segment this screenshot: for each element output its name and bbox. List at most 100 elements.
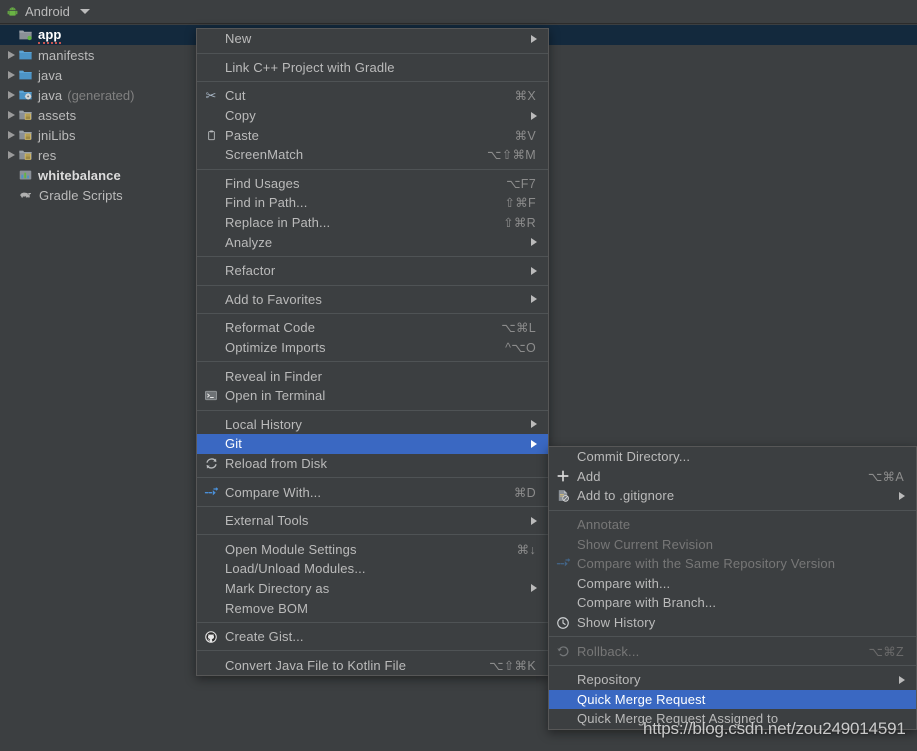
menu-item-create-gist[interactable]: Create Gist... [197,627,548,647]
menu-item-commit-directory[interactable]: Commit Directory... [549,447,916,467]
menu-item-load-unload-modules[interactable]: Load/Unload Modules... [197,559,548,579]
tree-item-label: manifests [38,47,95,63]
menu-item-label: Cut [225,88,246,104]
menu-item-shortcut: ⌥⇧⌘M [487,148,536,163]
menu-item-repository[interactable]: Repository [549,670,916,690]
folder-blue-icon [18,68,33,82]
refresh-icon [202,454,220,474]
expand-arrow-icon[interactable] [4,125,18,145]
menu-separator [197,505,548,507]
menu-item-label: Add to .gitignore [577,488,675,504]
chevron-down-icon[interactable] [79,9,90,14]
menu-item-link-c-project-with-gradle[interactable]: Link C++ Project with Gradle [197,58,548,78]
menu-item-add[interactable]: Add ⌥⌘A [549,467,916,487]
menu-item-label: External Tools [225,513,309,529]
submenu-arrow-icon [531,266,537,275]
menu-item-label: Show Current Revision [577,536,714,552]
menu-item-label: Add [577,468,601,484]
tree-item-label: res [38,147,57,163]
expand-arrow-icon[interactable] [4,105,18,125]
menu-item-compare-with-the-same-repository-version: Compare with the Same Repository Version [549,554,916,574]
menu-item-compare-with[interactable]: Compare With... ⌘D [197,482,548,502]
menu-item-label: Add to Favorites [225,291,323,307]
menu-item-label: Reveal in Finder [225,368,323,384]
menu-separator [197,534,548,536]
menu-item-shortcut: ⌥⌘A [867,469,904,484]
menu-item-shortcut: ⌥⇧⌘K [489,658,536,673]
menu-item-open-module-settings[interactable]: Open Module Settings ⌘↓ [197,539,548,559]
menu-item-quick-merge-request[interactable]: Quick Merge Request [549,689,916,710]
clipboard-icon [202,125,220,145]
menu-item-label: New [225,31,252,47]
menu-item-label: Git [225,436,243,452]
menu-item-git[interactable]: Git [197,434,548,454]
menu-separator [197,255,548,257]
menu-item-shortcut: ⌘D [513,485,536,500]
menu-item-label: Reload from Disk [225,455,328,471]
menu-item-label: Find in Path... [225,195,308,211]
expand-arrow-icon[interactable] [4,85,18,105]
menu-item-rollback: Rollback... ⌥⌘Z [549,641,916,661]
menu-separator [197,621,548,623]
menu-item-copy[interactable]: Copy [197,106,548,126]
menu-item-analyze[interactable]: Analyze [197,232,548,252]
menu-item-quick-merge-request-assigned-to[interactable]: Quick Merge Request Assigned to [549,709,916,729]
menu-item-mark-directory-as[interactable]: Mark Directory as [197,579,548,599]
menu-item-convert-java-file-to-kotlin-file[interactable]: Convert Java File to Kotlin File ⌥⇧⌘K [197,655,548,675]
git-submenu[interactable]: Commit Directory... Add ⌥⌘A Add to .gitigno… [548,446,917,730]
menu-item-external-tools[interactable]: External Tools [197,511,548,531]
menu-item-reload-from-disk[interactable]: Reload from Disk [197,454,548,474]
menu-item-add-to-favorites[interactable]: Add to Favorites [197,290,548,310]
menu-item-add-to-gitignore[interactable]: Add to .gitignore [549,486,916,506]
menu-separator [549,509,916,511]
menu-item-remove-bom[interactable]: Remove BOM [197,598,548,618]
project-toolbar: Android [0,0,917,24]
expand-arrow-icon[interactable] [4,145,18,165]
expand-arrow-icon[interactable] [4,65,18,85]
menu-item-cut[interactable]: ✂ Cut ⌘X [197,86,548,106]
menu-item-show-history[interactable]: Show History [549,613,916,633]
menu-item-find-usages[interactable]: Find Usages ⌥F7 [197,174,548,194]
menu-separator [197,81,548,83]
menu-item-local-history[interactable]: Local History [197,415,548,435]
menu-item-label: Convert Java File to Kotlin File [225,657,407,673]
submenu-arrow-icon [899,491,905,500]
menu-item-compare-with-branch[interactable]: Compare with Branch... [549,593,916,613]
menu-item-shortcut: ⌥⌘Z [868,644,904,659]
menu-separator [197,361,548,363]
menu-item-shortcut: ⌘X [514,89,536,104]
menu-item-label: Compare With... [225,484,322,500]
menu-item-label: Show History [577,615,656,631]
menu-item-label: Load/Unload Modules... [225,561,366,577]
menu-item-find-in-path[interactable]: Find in Path... ⇧⌘F [197,193,548,213]
menu-item-open-in-terminal[interactable]: Open in Terminal [197,386,548,406]
menu-item-label: Compare with the Same Repository Version [577,556,836,572]
expand-arrow-icon[interactable] [4,45,18,65]
submenu-arrow-icon [531,584,537,593]
menu-item-refactor[interactable]: Refactor [197,261,548,281]
menu-item-label: Open in Terminal [225,388,326,404]
tree-item-label: java [38,67,63,83]
menu-item-compare-with[interactable]: Compare with... [549,574,916,594]
menu-item-reveal-in-finder[interactable]: Reveal in Finder [197,366,548,386]
menu-item-label: ScreenMatch [225,147,304,163]
menu-item-screenmatch[interactable]: ScreenMatch ⌥⇧⌘M [197,145,548,165]
submenu-arrow-icon [531,439,537,448]
menu-item-replace-in-path[interactable]: Replace in Path... ⇧⌘R [197,213,548,233]
module-folder-icon [18,28,33,42]
menu-item-new[interactable]: New [197,29,548,49]
tree-item-label: app [38,26,62,44]
tree-item-label: jniLibs [38,127,76,143]
context-menu[interactable]: New Link C++ Project with Gradle ✂ Cut ⌘X Cop… [196,28,549,677]
submenu-arrow-icon [531,516,537,525]
menu-item-label: Paste [225,127,259,143]
menu-item-label: Compare with Branch... [577,595,717,611]
menu-separator [197,650,548,652]
menu-item-paste[interactable]: Paste ⌘V [197,125,548,145]
menu-item-optimize-imports[interactable]: Optimize Imports ^⌥O [197,338,548,358]
tree-item-label: Gradle Scripts [39,187,123,203]
menu-item-reformat-code[interactable]: Reformat Code ⌥⌘L [197,318,548,338]
menu-item-label: Find Usages [225,175,300,191]
menu-item-shortcut: ^⌥O [505,341,536,356]
